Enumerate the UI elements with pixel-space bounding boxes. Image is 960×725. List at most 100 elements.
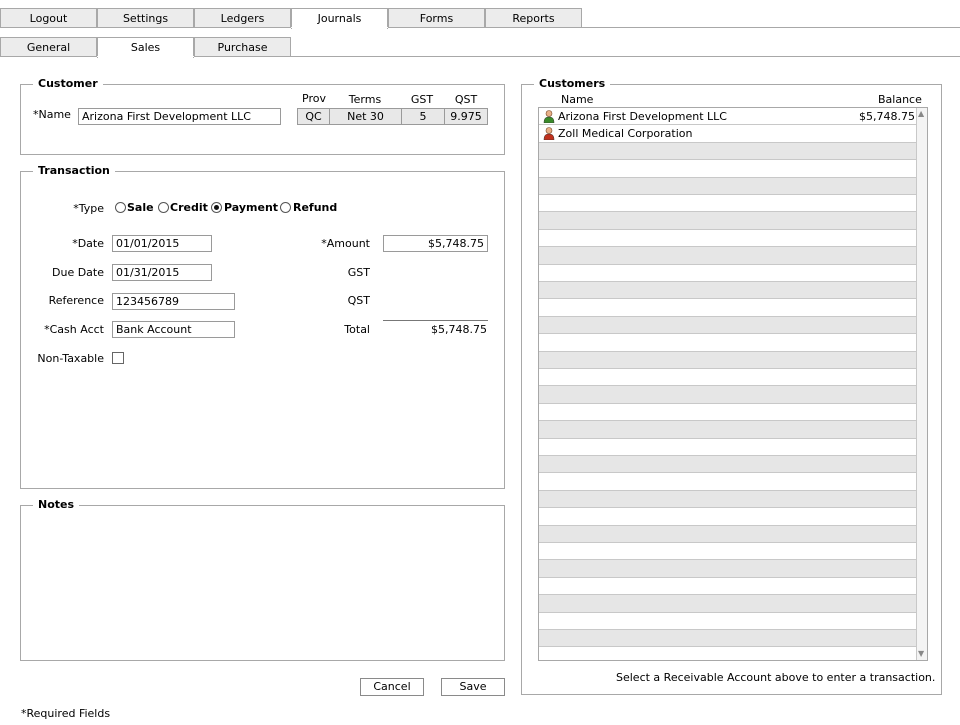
customers-name-header: Name: [561, 93, 594, 106]
list-item[interactable]: [539, 560, 917, 578]
gst-header: GST: [410, 93, 434, 106]
required-fields-note: *Required Fields: [21, 707, 111, 720]
list-item[interactable]: [539, 543, 917, 561]
person-icon: [543, 110, 555, 123]
prov-header: Prov: [302, 92, 326, 105]
customer-name-field[interactable]: Arizona First Development LLC: [78, 108, 281, 125]
customers-balance-header: Balance: [878, 93, 922, 106]
reference-field[interactable]: 123456789: [112, 293, 235, 310]
gst-value: 5: [401, 108, 445, 125]
list-item[interactable]: [539, 595, 917, 613]
type-refund-radio[interactable]: [280, 202, 291, 213]
name-label: *Name: [33, 108, 71, 121]
type-credit-radio[interactable]: [158, 202, 169, 213]
notes-legend: Notes: [33, 498, 80, 512]
type-payment-radio[interactable]: [211, 202, 222, 213]
cancel-button[interactable]: Cancel: [360, 678, 424, 696]
list-item[interactable]: [539, 473, 917, 491]
list-item[interactable]: [539, 386, 917, 404]
gst-label: GST: [347, 266, 370, 279]
list-item[interactable]: [539, 177, 917, 195]
scroll-up-icon[interactable]: ▲: [918, 110, 924, 118]
type-label: *Type: [73, 202, 104, 215]
list-item[interactable]: [539, 525, 917, 543]
list-item[interactable]: [539, 264, 917, 282]
type-sale-label[interactable]: Sale: [127, 201, 154, 214]
amount-field[interactable]: $5,748.75: [383, 235, 488, 252]
list-item[interactable]: [539, 456, 917, 474]
tab-logout[interactable]: Logout: [0, 8, 97, 28]
list-item[interactable]: [539, 282, 917, 300]
tab-forms[interactable]: Forms: [388, 8, 485, 28]
non-taxable-checkbox[interactable]: [112, 352, 124, 364]
customer-balance: $5,748.75: [859, 110, 915, 123]
non-taxable-label: Non-Taxable: [37, 352, 104, 365]
list-item[interactable]: [539, 490, 917, 509]
reference-label: Reference: [48, 294, 104, 307]
qst-header: QST: [454, 93, 478, 106]
list-item[interactable]: [539, 630, 917, 648]
list-item[interactable]: [539, 508, 917, 526]
list-item[interactable]: [539, 403, 917, 422]
save-button[interactable]: Save: [441, 678, 505, 696]
tab-journals[interactable]: Journals: [291, 8, 388, 29]
list-item[interactable]: [539, 195, 917, 213]
qst-label: QST: [347, 294, 370, 307]
list-item[interactable]: [539, 421, 917, 439]
list-item[interactable]: [539, 142, 917, 161]
list-item[interactable]: [539, 438, 917, 456]
customers-scrollbar[interactable]: ▲ ▼: [916, 108, 927, 660]
notes-section[interactable]: Notes: [20, 498, 505, 661]
list-item[interactable]: Arizona First Development LLC $5,748.75: [539, 108, 917, 126]
due-date-label: Due Date: [52, 266, 104, 279]
customers-hint: Select a Receivable Account above to ent…: [616, 671, 936, 684]
type-refund-label[interactable]: Refund: [293, 201, 337, 214]
transaction-legend: Transaction: [33, 164, 115, 178]
amount-label: *Amount: [321, 237, 370, 250]
total-label: Total: [344, 323, 370, 336]
list-item[interactable]: [539, 612, 917, 630]
customers-legend: Customers: [534, 77, 611, 91]
cash-acct-field[interactable]: Bank Account: [112, 321, 235, 338]
cash-acct-label: *Cash Acct: [44, 323, 104, 336]
prov-value: QC: [297, 108, 330, 125]
active-tab-gap: [291, 27, 388, 28]
list-item[interactable]: [539, 247, 917, 265]
customer-legend: Customer: [33, 77, 103, 91]
tab-settings[interactable]: Settings: [97, 8, 194, 28]
list-item[interactable]: Zoll Medical Corporation: [539, 125, 917, 143]
list-item[interactable]: [539, 334, 917, 352]
total-value: $5,748.75: [431, 323, 487, 336]
total-divider: [383, 320, 488, 321]
type-sale-radio[interactable]: [115, 202, 126, 213]
customer-section: Customer *Name Arizona First Development…: [20, 77, 505, 155]
due-date-field[interactable]: 01/31/2015: [112, 264, 212, 281]
main-tab-divider: [0, 27, 960, 28]
qst-value: 9.975: [444, 108, 488, 125]
scroll-down-icon[interactable]: ▼: [918, 650, 924, 658]
list-item[interactable]: [539, 647, 917, 660]
date-label: *Date: [72, 237, 104, 250]
list-item[interactable]: [539, 316, 917, 335]
person-icon: [543, 127, 555, 141]
customers-list: Zoll Medical Corporation Arizona First De…: [538, 107, 928, 661]
list-item[interactable]: [539, 577, 917, 596]
terms-value: Net 30: [329, 108, 402, 125]
tab-sales[interactable]: Sales: [97, 37, 194, 58]
list-item[interactable]: [539, 229, 917, 248]
active-subtab-gap: [97, 56, 194, 57]
tab-general[interactable]: General: [0, 37, 97, 57]
list-item[interactable]: [539, 212, 917, 230]
tab-ledgers[interactable]: Ledgers: [194, 8, 291, 28]
tab-reports[interactable]: Reports: [485, 8, 582, 28]
date-field[interactable]: 01/01/2015: [112, 235, 212, 252]
list-item[interactable]: [539, 299, 917, 317]
list-item[interactable]: [539, 160, 917, 178]
customer-name: Arizona First Development LLC: [558, 110, 727, 123]
type-credit-label[interactable]: Credit: [170, 201, 208, 214]
type-payment-label[interactable]: Payment: [224, 201, 278, 214]
list-item[interactable]: [539, 369, 917, 387]
tab-purchase[interactable]: Purchase: [194, 37, 291, 57]
list-item[interactable]: [539, 351, 917, 369]
transaction-section: Transaction *Type Sale Credit Payment Re…: [20, 164, 505, 489]
